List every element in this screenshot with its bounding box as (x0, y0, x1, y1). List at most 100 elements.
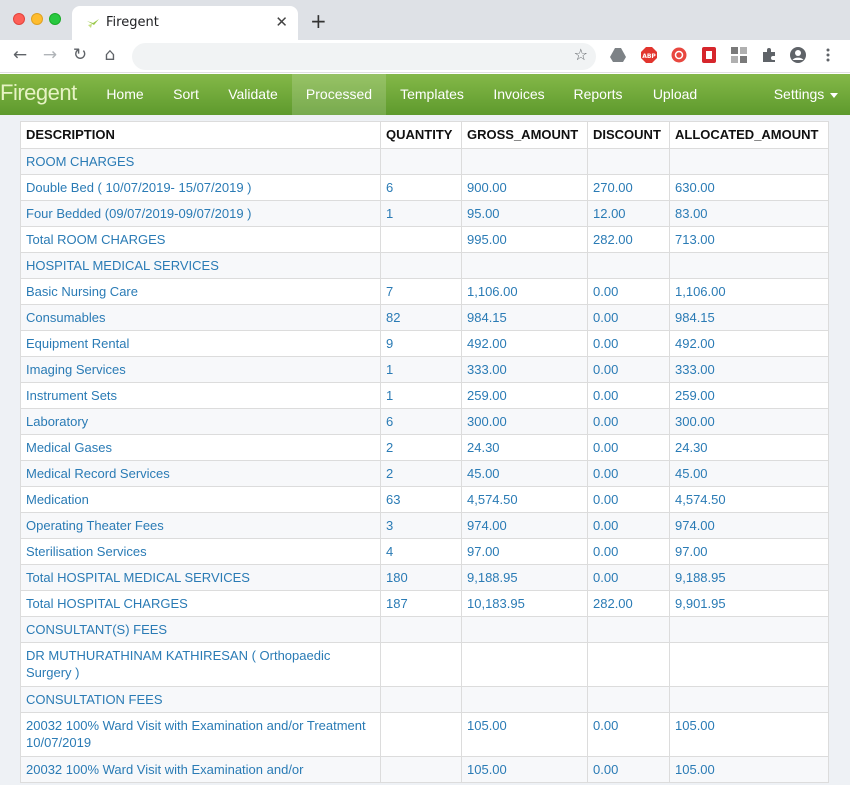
reload-icon[interactable]: ↻ (68, 43, 92, 67)
gross-amount-cell (461, 252, 588, 279)
allocated-amount-cell: 300.00 (669, 408, 829, 435)
table-row[interactable]: DR MUTHURATHINAM KATHIRESAN ( Orthopaedi… (20, 642, 829, 687)
bookmark-extension-icon[interactable] (700, 46, 718, 64)
table-row[interactable]: 20032 100% Ward Visit with Examination a… (20, 712, 829, 757)
settings-dropdown[interactable]: Settings (766, 74, 846, 115)
table-row[interactable]: CONSULTANT(S) FEES (20, 616, 829, 643)
table-row[interactable]: Operating Theater Fees 3 974.00 0.00 974.00 (20, 512, 829, 539)
allocated-amount-cell: 9,901.95 (669, 590, 829, 617)
table-row[interactable]: Instrument Sets 1 259.00 0.00 259.00 (20, 382, 829, 409)
table-row[interactable]: HOSPITAL MEDICAL SERVICES (20, 252, 829, 279)
column-header-description[interactable]: DESCRIPTION (20, 121, 381, 149)
table-row[interactable]: Imaging Services 1 333.00 0.00 333.00 (20, 356, 829, 383)
grid-extension-icon[interactable] (730, 46, 748, 64)
quantity-cell: 1 (380, 382, 462, 409)
allocated-amount-cell: 83.00 (669, 200, 829, 227)
nav-upload[interactable]: Upload (644, 74, 706, 115)
description-cell: Laboratory (20, 408, 381, 435)
allocated-amount-cell (669, 148, 829, 175)
gross-amount-cell: 900.00 (461, 174, 588, 201)
discount-cell: 282.00 (587, 226, 670, 253)
invoice-items-table: DESCRIPTION QUANTITY GROSS_AMOUNT DISCOU… (20, 121, 829, 783)
url-input[interactable] (132, 43, 596, 70)
adblock-plus-extension-icon[interactable]: ABP (640, 46, 658, 64)
google-drive-extension-icon[interactable] (609, 46, 627, 64)
back-arrow-icon[interactable]: ← (8, 43, 32, 67)
close-window-button[interactable] (13, 13, 25, 25)
table-row[interactable]: Four Bedded (09/07/2019-09/07/2019 ) 1 95.… (20, 200, 829, 227)
table-row[interactable]: Medical Record Services 2 45.00 0.00 45.00 (20, 460, 829, 487)
browser-tab-bar: Firegent ✕ + (0, 0, 850, 40)
minimize-window-button[interactable] (31, 13, 43, 25)
profile-avatar-icon[interactable] (789, 46, 807, 64)
extensions-puzzle-icon[interactable] (760, 46, 778, 64)
nav-invoices[interactable]: Invoices (484, 74, 554, 115)
table-row[interactable]: Consumables 82 984.15 0.00 984.15 (20, 304, 829, 331)
tab-close-icon[interactable]: ✕ (275, 13, 288, 31)
quantity-cell: 1 (380, 356, 462, 383)
column-header-allocated-amount[interactable]: ALLOCATED_AMOUNT (669, 121, 829, 149)
gross-amount-cell (461, 642, 588, 687)
browser-tab[interactable]: Firegent ✕ (72, 6, 298, 40)
table-row[interactable]: Medication 63 4,574.50 0.00 4,574.50 (20, 486, 829, 513)
description-cell: Equipment Rental (20, 330, 381, 357)
gross-amount-cell: 95.00 (461, 200, 588, 227)
table-row[interactable]: Total HOSPITAL CHARGES 187 10,183.95 282.00… (20, 590, 829, 617)
table-row[interactable]: Laboratory 6 300.00 0.00 300.00 (20, 408, 829, 435)
discount-cell: 0.00 (587, 304, 670, 331)
quantity-cell (380, 642, 462, 687)
column-header-quantity[interactable]: QUANTITY (380, 121, 462, 149)
allocated-amount-cell (669, 252, 829, 279)
description-cell: ROOM CHARGES (20, 148, 381, 175)
discount-cell (587, 616, 670, 643)
table-row[interactable]: Total HOSPITAL MEDICAL SERVICES 180 9,188.… (20, 564, 829, 591)
gross-amount-cell: 259.00 (461, 382, 588, 409)
column-header-discount[interactable]: DISCOUNT (587, 121, 670, 149)
discount-cell: 0.00 (587, 460, 670, 487)
allocated-amount-cell: 259.00 (669, 382, 829, 409)
settings-label: Settings (773, 86, 825, 102)
browser-menu-icon[interactable] (819, 46, 837, 64)
description-cell: Double Bed ( 10/07/2019- 15/07/2019 ) (20, 174, 381, 201)
forward-arrow-icon[interactable]: → (38, 43, 62, 67)
caret-down-icon (830, 92, 839, 98)
new-tab-button[interactable]: + (310, 9, 327, 33)
quantity-cell: 9 (380, 330, 462, 357)
gross-amount-cell: 24.30 (461, 434, 588, 461)
table-row[interactable]: CONSULTATION FEES (20, 686, 829, 713)
allocated-amount-cell: 974.00 (669, 512, 829, 539)
table-row[interactable]: Medical Gases 2 24.30 0.00 24.30 (20, 434, 829, 461)
brand-logo[interactable]: Firegent (0, 80, 77, 106)
nav-templates[interactable]: Templates (391, 74, 473, 115)
quantity-cell: 63 (380, 486, 462, 513)
table-row[interactable]: Double Bed ( 10/07/2019- 15/07/2019 ) 6 90… (20, 174, 829, 201)
address-bar[interactable]: ☆ (132, 43, 596, 70)
table-row[interactable]: Sterilisation Services 4 97.00 0.00 97.00 (20, 538, 829, 565)
quantity-cell (380, 252, 462, 279)
description-cell: Total HOSPITAL MEDICAL SERVICES (20, 564, 381, 591)
quantity-cell: 4 (380, 538, 462, 565)
nav-home[interactable]: Home (93, 74, 157, 115)
column-header-gross-amount[interactable]: GROSS_AMOUNT (461, 121, 588, 149)
description-cell: Consumables (20, 304, 381, 331)
bookmark-star-icon[interactable]: ☆ (574, 45, 588, 64)
table-row[interactable]: ROOM CHARGES (20, 148, 829, 175)
table-row[interactable]: Total ROOM CHARGES 995.00 282.00 713.00 (20, 226, 829, 253)
description-cell: 20032 100% Ward Visit with Examination a… (20, 756, 381, 783)
table-row[interactable]: 20032 100% Ward Visit with Examination a… (20, 756, 829, 783)
nav-reports[interactable]: Reports (564, 74, 632, 115)
table-row[interactable]: Equipment Rental 9 492.00 0.00 492.00 (20, 330, 829, 357)
nav-sort[interactable]: Sort (161, 74, 211, 115)
description-cell: Four Bedded (09/07/2019-09/07/2019 ) (20, 200, 381, 227)
block-extension-icon[interactable] (670, 46, 688, 64)
table-row[interactable]: Basic Nursing Care 7 1,106.00 0.00 1,106.00 (20, 278, 829, 305)
maximize-window-button[interactable] (49, 13, 61, 25)
nav-processed[interactable]: Processed (292, 74, 386, 115)
gross-amount-cell: 492.00 (461, 330, 588, 357)
quantity-cell: 6 (380, 174, 462, 201)
nav-validate[interactable]: Validate (218, 74, 288, 115)
allocated-amount-cell: 713.00 (669, 226, 829, 253)
discount-cell: 0.00 (587, 330, 670, 357)
home-icon[interactable]: ⌂ (98, 43, 122, 67)
description-cell: Total HOSPITAL CHARGES (20, 590, 381, 617)
